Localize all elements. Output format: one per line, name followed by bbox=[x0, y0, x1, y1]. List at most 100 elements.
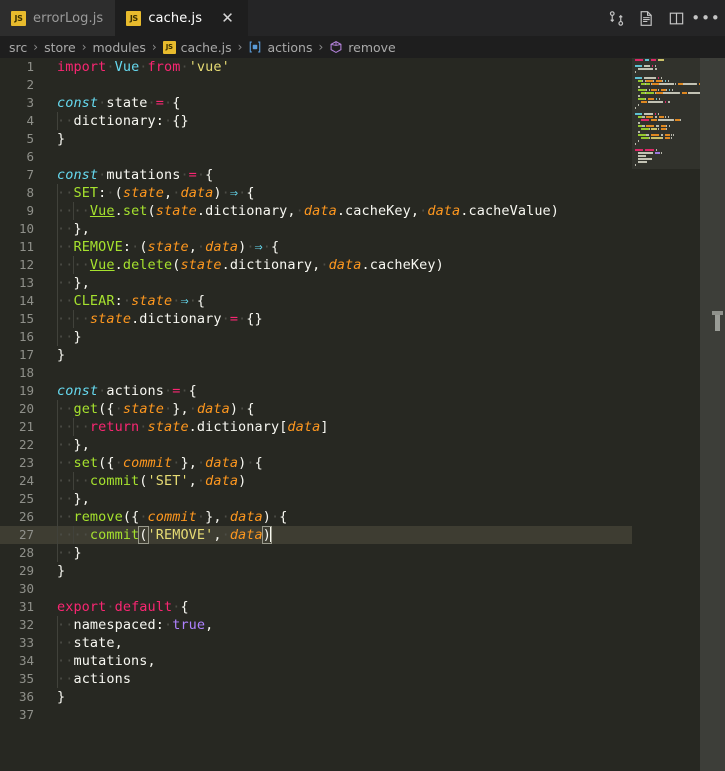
code-line[interactable]: 15 ····state.dictionary·=·{} bbox=[0, 310, 632, 328]
breadcrumb-label: cache.js bbox=[180, 39, 232, 55]
code-token: .cacheKey bbox=[336, 203, 411, 219]
breadcrumb-item-actions[interactable]: actions bbox=[248, 40, 312, 55]
more-actions-glyph: ••• bbox=[691, 9, 721, 27]
minimap[interactable] bbox=[632, 58, 700, 771]
tab-errorlog-js[interactable]: JS errorLog.js bbox=[0, 0, 116, 36]
code-line[interactable]: 4 ··dictionary:·{} bbox=[0, 112, 632, 130]
code-line[interactable]: 16 ··} bbox=[0, 328, 632, 346]
code-token: · bbox=[196, 239, 206, 255]
code-token: commit bbox=[147, 509, 197, 525]
code-token: { bbox=[196, 293, 206, 309]
code-token: } bbox=[73, 545, 82, 561]
line-number: 27 bbox=[18, 527, 34, 542]
line-number: 17 bbox=[18, 347, 34, 362]
code-line[interactable]: 10 ··}, bbox=[0, 220, 632, 238]
code-editor[interactable]: 1 import·Vue·from·'vue' 2 3 const·state·=·{4… bbox=[0, 58, 725, 771]
code-token: { bbox=[279, 509, 288, 525]
code-line[interactable]: 17} bbox=[0, 346, 632, 364]
code-token: : bbox=[122, 239, 132, 255]
code-token: data bbox=[180, 185, 214, 201]
code-line[interactable]: 35 ··actions bbox=[0, 670, 632, 688]
code-line[interactable]: 13 ··}, bbox=[0, 274, 632, 292]
code-token: const bbox=[57, 383, 99, 399]
code-line[interactable]: 14 ··CLEAR:·state·⇒·{ bbox=[0, 292, 632, 310]
breadcrumb-item-remove[interactable]: remove bbox=[329, 40, 396, 55]
code-token: } bbox=[57, 563, 66, 579]
code-line[interactable]: 5} bbox=[0, 130, 632, 148]
code-line[interactable]: 33 ··state, bbox=[0, 634, 632, 652]
code-line[interactable]: 18 bbox=[0, 364, 632, 382]
code-token: mutations bbox=[106, 167, 181, 183]
code-line[interactable]: 28 ··} bbox=[0, 544, 632, 562]
code-token: .dictionary bbox=[196, 203, 288, 219]
code-token: · bbox=[196, 509, 206, 525]
code-line[interactable]: 8 ··SET:·(state,·data)·⇒·{ bbox=[0, 184, 632, 202]
line-number: 2 bbox=[26, 77, 34, 92]
code-token: ···· bbox=[57, 311, 90, 327]
code-line[interactable]: 6 bbox=[0, 148, 632, 166]
split-editor-icon[interactable] bbox=[663, 5, 689, 31]
code-line[interactable]: 23 ··set({·commit·},·data)·{ bbox=[0, 454, 632, 472]
more-actions-icon[interactable]: ••• bbox=[691, 5, 721, 31]
code-token: data bbox=[427, 203, 461, 219]
code-line[interactable]: 37 bbox=[0, 706, 632, 724]
code-line[interactable]: 26 ··remove({·commit·},·data)·{ bbox=[0, 508, 632, 526]
code-token: state bbox=[122, 185, 164, 201]
breadcrumb-item-cache-js[interactable]: JS cache.js bbox=[162, 39, 232, 55]
code-line[interactable]: 24 ····commit('SET',·data) bbox=[0, 472, 632, 490]
code-line[interactable]: 19 const·actions·=·{ bbox=[0, 382, 632, 400]
js-file-icon: JS bbox=[11, 10, 26, 26]
breadcrumb-item-modules[interactable]: modules bbox=[93, 40, 146, 55]
code-line[interactable]: 34 ··mutations, bbox=[0, 652, 632, 670]
split-diff-icon[interactable] bbox=[603, 5, 629, 31]
breadcrumb-item-store[interactable]: store bbox=[44, 40, 76, 55]
code-token: · bbox=[139, 59, 148, 75]
overview-ruler[interactable] bbox=[700, 58, 725, 771]
code-line-text: ····Vue.delete(state.dictionary,·data.ca… bbox=[57, 256, 444, 274]
code-line-text: ····state.dictionary·=·{} bbox=[57, 310, 263, 328]
breadcrumb-separator-icon: › bbox=[151, 40, 157, 54]
code-token: get bbox=[73, 401, 99, 417]
js-file-icon: JS bbox=[162, 40, 176, 54]
code-line[interactable]: 21 ····return·state.dictionary[data] bbox=[0, 418, 632, 436]
code-line[interactable]: 22 ··}, bbox=[0, 436, 632, 454]
code-token: , bbox=[164, 185, 173, 201]
tab-cache-js[interactable]: JS cache.js ✕ bbox=[115, 0, 249, 36]
code-line[interactable]: 2 bbox=[0, 76, 632, 94]
tab-close-icon[interactable]: ✕ bbox=[219, 10, 236, 27]
code-line[interactable]: 36} bbox=[0, 688, 632, 706]
code-line-text: ····commit('SET',·data) bbox=[57, 472, 246, 490]
code-token: ·· bbox=[57, 113, 74, 129]
code-line-text: ··}, bbox=[57, 220, 90, 238]
code-token: } bbox=[57, 131, 66, 147]
code-token: , bbox=[287, 203, 296, 219]
code-line[interactable]: 32 ··namespaced:·true, bbox=[0, 616, 632, 634]
code-line[interactable]: 3 const·state·=·{ bbox=[0, 94, 632, 112]
code-line[interactable]: 9 ····Vue.set(state.dictionary,·data.cach… bbox=[0, 202, 632, 220]
code-line[interactable]: 30 bbox=[0, 580, 632, 598]
breadcrumb-separator-icon: › bbox=[318, 40, 324, 54]
code-line-text: ··set({·commit·},·data)·{ bbox=[57, 454, 263, 472]
code-line[interactable]: 1 import·Vue·from·'vue' bbox=[0, 58, 632, 76]
code-line[interactable]: 27 ····commit('REMOVE',·data) bbox=[0, 526, 632, 544]
code-line[interactable]: 11 ··REMOVE:·(state,·data)·⇒·{ bbox=[0, 238, 632, 256]
code-line[interactable]: 29} bbox=[0, 562, 632, 580]
code-line[interactable]: 7 const·mutations·=·{ bbox=[0, 166, 632, 184]
code-line[interactable]: 20 ··get({·state·},·data)·{ bbox=[0, 400, 632, 418]
code-line[interactable]: 25 ··}, bbox=[0, 490, 632, 508]
scrollbar-thumb[interactable] bbox=[712, 311, 723, 331]
code-token: ⇒ bbox=[254, 239, 263, 255]
code-line[interactable]: 12 ····Vue.delete(state.dictionary,·data.… bbox=[0, 256, 632, 274]
code-line-text: ····return·state.dictionary[data] bbox=[57, 418, 329, 436]
code-token: state bbox=[122, 401, 164, 417]
code-token: commit bbox=[89, 527, 140, 543]
breadcrumb-item-src[interactable]: src bbox=[9, 40, 27, 55]
open-preview-icon[interactable] bbox=[633, 5, 659, 31]
code-token: ) bbox=[262, 509, 272, 525]
code-token: ·· bbox=[57, 221, 74, 237]
js-file-icon: JS bbox=[126, 10, 142, 26]
code-token: ·· bbox=[57, 545, 74, 561]
code-token: data bbox=[205, 473, 239, 489]
code-line[interactable]: 31 export·default·{ bbox=[0, 598, 632, 616]
code-token: data bbox=[229, 509, 263, 525]
